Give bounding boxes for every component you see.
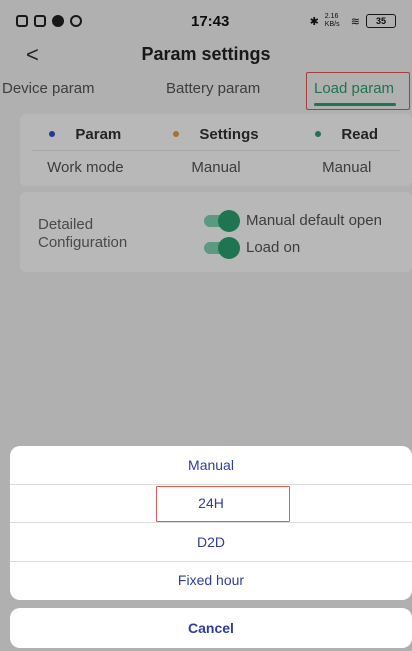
option-fixed-hour[interactable]: Fixed hour — [10, 561, 412, 599]
option-highlight-box — [156, 486, 290, 522]
option-d2d[interactable]: D2D — [10, 523, 412, 561]
cancel-button[interactable]: Cancel — [10, 608, 412, 648]
option-manual[interactable]: Manual — [10, 446, 412, 484]
app-screen: 17:43 ✱ 2.16 KB/s ≋ 35 < Param settings … — [0, 0, 412, 651]
cancel-sheet: Cancel — [10, 608, 412, 648]
work-mode-picker: Manual 24H D2D Fixed hour — [10, 446, 412, 600]
